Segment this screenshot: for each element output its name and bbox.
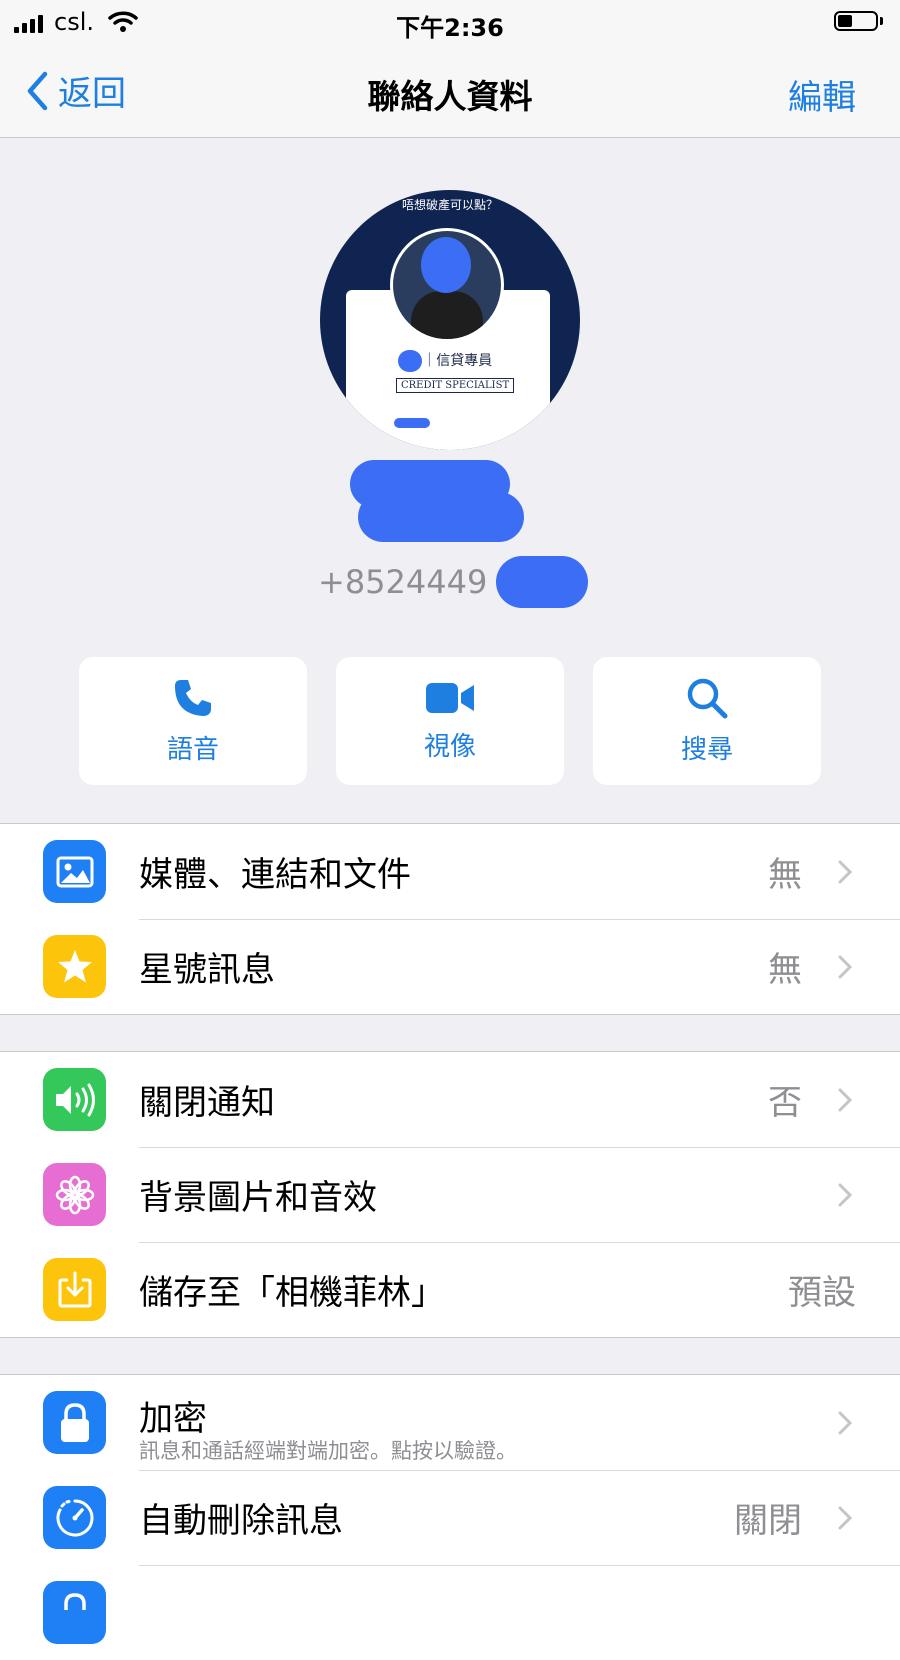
navigation-bar: 返回 聯絡人資料 編輯 (0, 46, 900, 138)
phone-number-redaction (496, 556, 588, 608)
voice-call-button[interactable]: 語音 (79, 657, 307, 785)
edit-button[interactable]: 編輯 (788, 70, 856, 119)
voice-call-label: 語音 (166, 734, 219, 765)
redaction-mark (421, 237, 471, 293)
avatar[interactable]: 唔想破產可以點？ 陳 ｜信貸專員 CREDIT SPECIALIST (320, 190, 580, 450)
row-label: 儲存至「相機菲林」 (139, 1273, 445, 1313)
battery-icon (834, 11, 878, 31)
settings-group-security: 加密 訊息和通話經端對端加密。點按以驗證。 自動刪除訊息 關閉 (0, 1374, 900, 1660)
encryption-row[interactable]: 加密 訊息和通話經端對端加密。點按以驗證。 (0, 1375, 900, 1470)
row-value: 無 (768, 950, 802, 990)
starred-messages-row[interactable]: 星號訊息 無 (0, 919, 900, 1014)
redaction-mark (398, 350, 422, 372)
avatar-card-badge: CREDIT SPECIALIST (396, 378, 515, 393)
row-label: 加密 (139, 1399, 207, 1439)
phone-icon (175, 679, 211, 716)
save-to-camera-roll-row[interactable]: 儲存至「相機菲林」 預設 (0, 1242, 900, 1337)
row-value: 無 (768, 855, 802, 895)
media-links-docs-row[interactable]: 媒體、連結和文件 無 (0, 824, 900, 919)
battery-tip (880, 17, 883, 25)
lock-icon (43, 1391, 106, 1454)
row-value: 關閉 (734, 1501, 802, 1541)
chevron-right-icon (838, 1183, 852, 1207)
wallpaper-sound-row[interactable]: 背景圖片和音效 (0, 1147, 900, 1242)
row-label: 關閉通知 (139, 1083, 275, 1123)
settings-group-notifications: 關閉通知 否 背景圖片和音效 儲存至「相機菲林」 預設 (0, 1051, 900, 1338)
chevron-right-icon (838, 1506, 852, 1530)
video-call-label: 視像 (423, 731, 476, 762)
search-icon (687, 678, 728, 718)
flower-icon (43, 1163, 106, 1226)
chevron-right-icon (838, 955, 852, 979)
contact-name-redaction (358, 492, 524, 542)
privacy-icon (43, 1581, 106, 1644)
avatar-photo (390, 228, 504, 342)
search-label: 搜尋 (680, 734, 733, 765)
avatar-caption: 唔想破產可以點？ (401, 198, 498, 212)
phone-number[interactable]: +8524449 (318, 563, 487, 601)
row-label: 自動刪除訊息 (139, 1501, 343, 1541)
download-icon (43, 1258, 106, 1321)
row-value: 預設 (788, 1273, 856, 1313)
clock: 下午2:36 (396, 14, 504, 42)
mute-notifications-row[interactable]: 關閉通知 否 (0, 1052, 900, 1147)
settings-group-media: 媒體、連結和文件 無 星號訊息 無 (0, 823, 900, 1015)
speaker-icon (43, 1068, 106, 1131)
avatar-photo-body (411, 291, 483, 339)
row-label: 媒體、連結和文件 (139, 855, 411, 895)
photo-icon (43, 840, 106, 903)
row-subtitle: 訊息和通話經端對端加密。點按以驗證。 (139, 1439, 517, 1463)
avatar-card-name: 陳 ｜信貸專員 (403, 353, 493, 369)
page-title: 聯絡人資料 (367, 77, 533, 116)
timer-icon (43, 1486, 106, 1549)
privacy-row[interactable] (0, 1565, 900, 1660)
chevron-right-icon (838, 1411, 852, 1435)
action-buttons: 語音 視像 搜尋 (79, 657, 821, 785)
video-call-button[interactable]: 視像 (336, 657, 564, 785)
chevron-right-icon (838, 1088, 852, 1112)
search-button[interactable]: 搜尋 (593, 657, 821, 785)
chevron-right-icon (838, 860, 852, 884)
row-value: 否 (768, 1083, 802, 1123)
disappearing-messages-row[interactable]: 自動刪除訊息 關閉 (0, 1470, 900, 1565)
star-icon (43, 935, 106, 998)
row-label: 星號訊息 (139, 950, 275, 990)
status-bar: csl. 下午2:36 (0, 0, 900, 46)
row-label: 背景圖片和音效 (139, 1178, 377, 1218)
video-camera-icon (426, 682, 474, 713)
redaction-mark (394, 418, 430, 428)
